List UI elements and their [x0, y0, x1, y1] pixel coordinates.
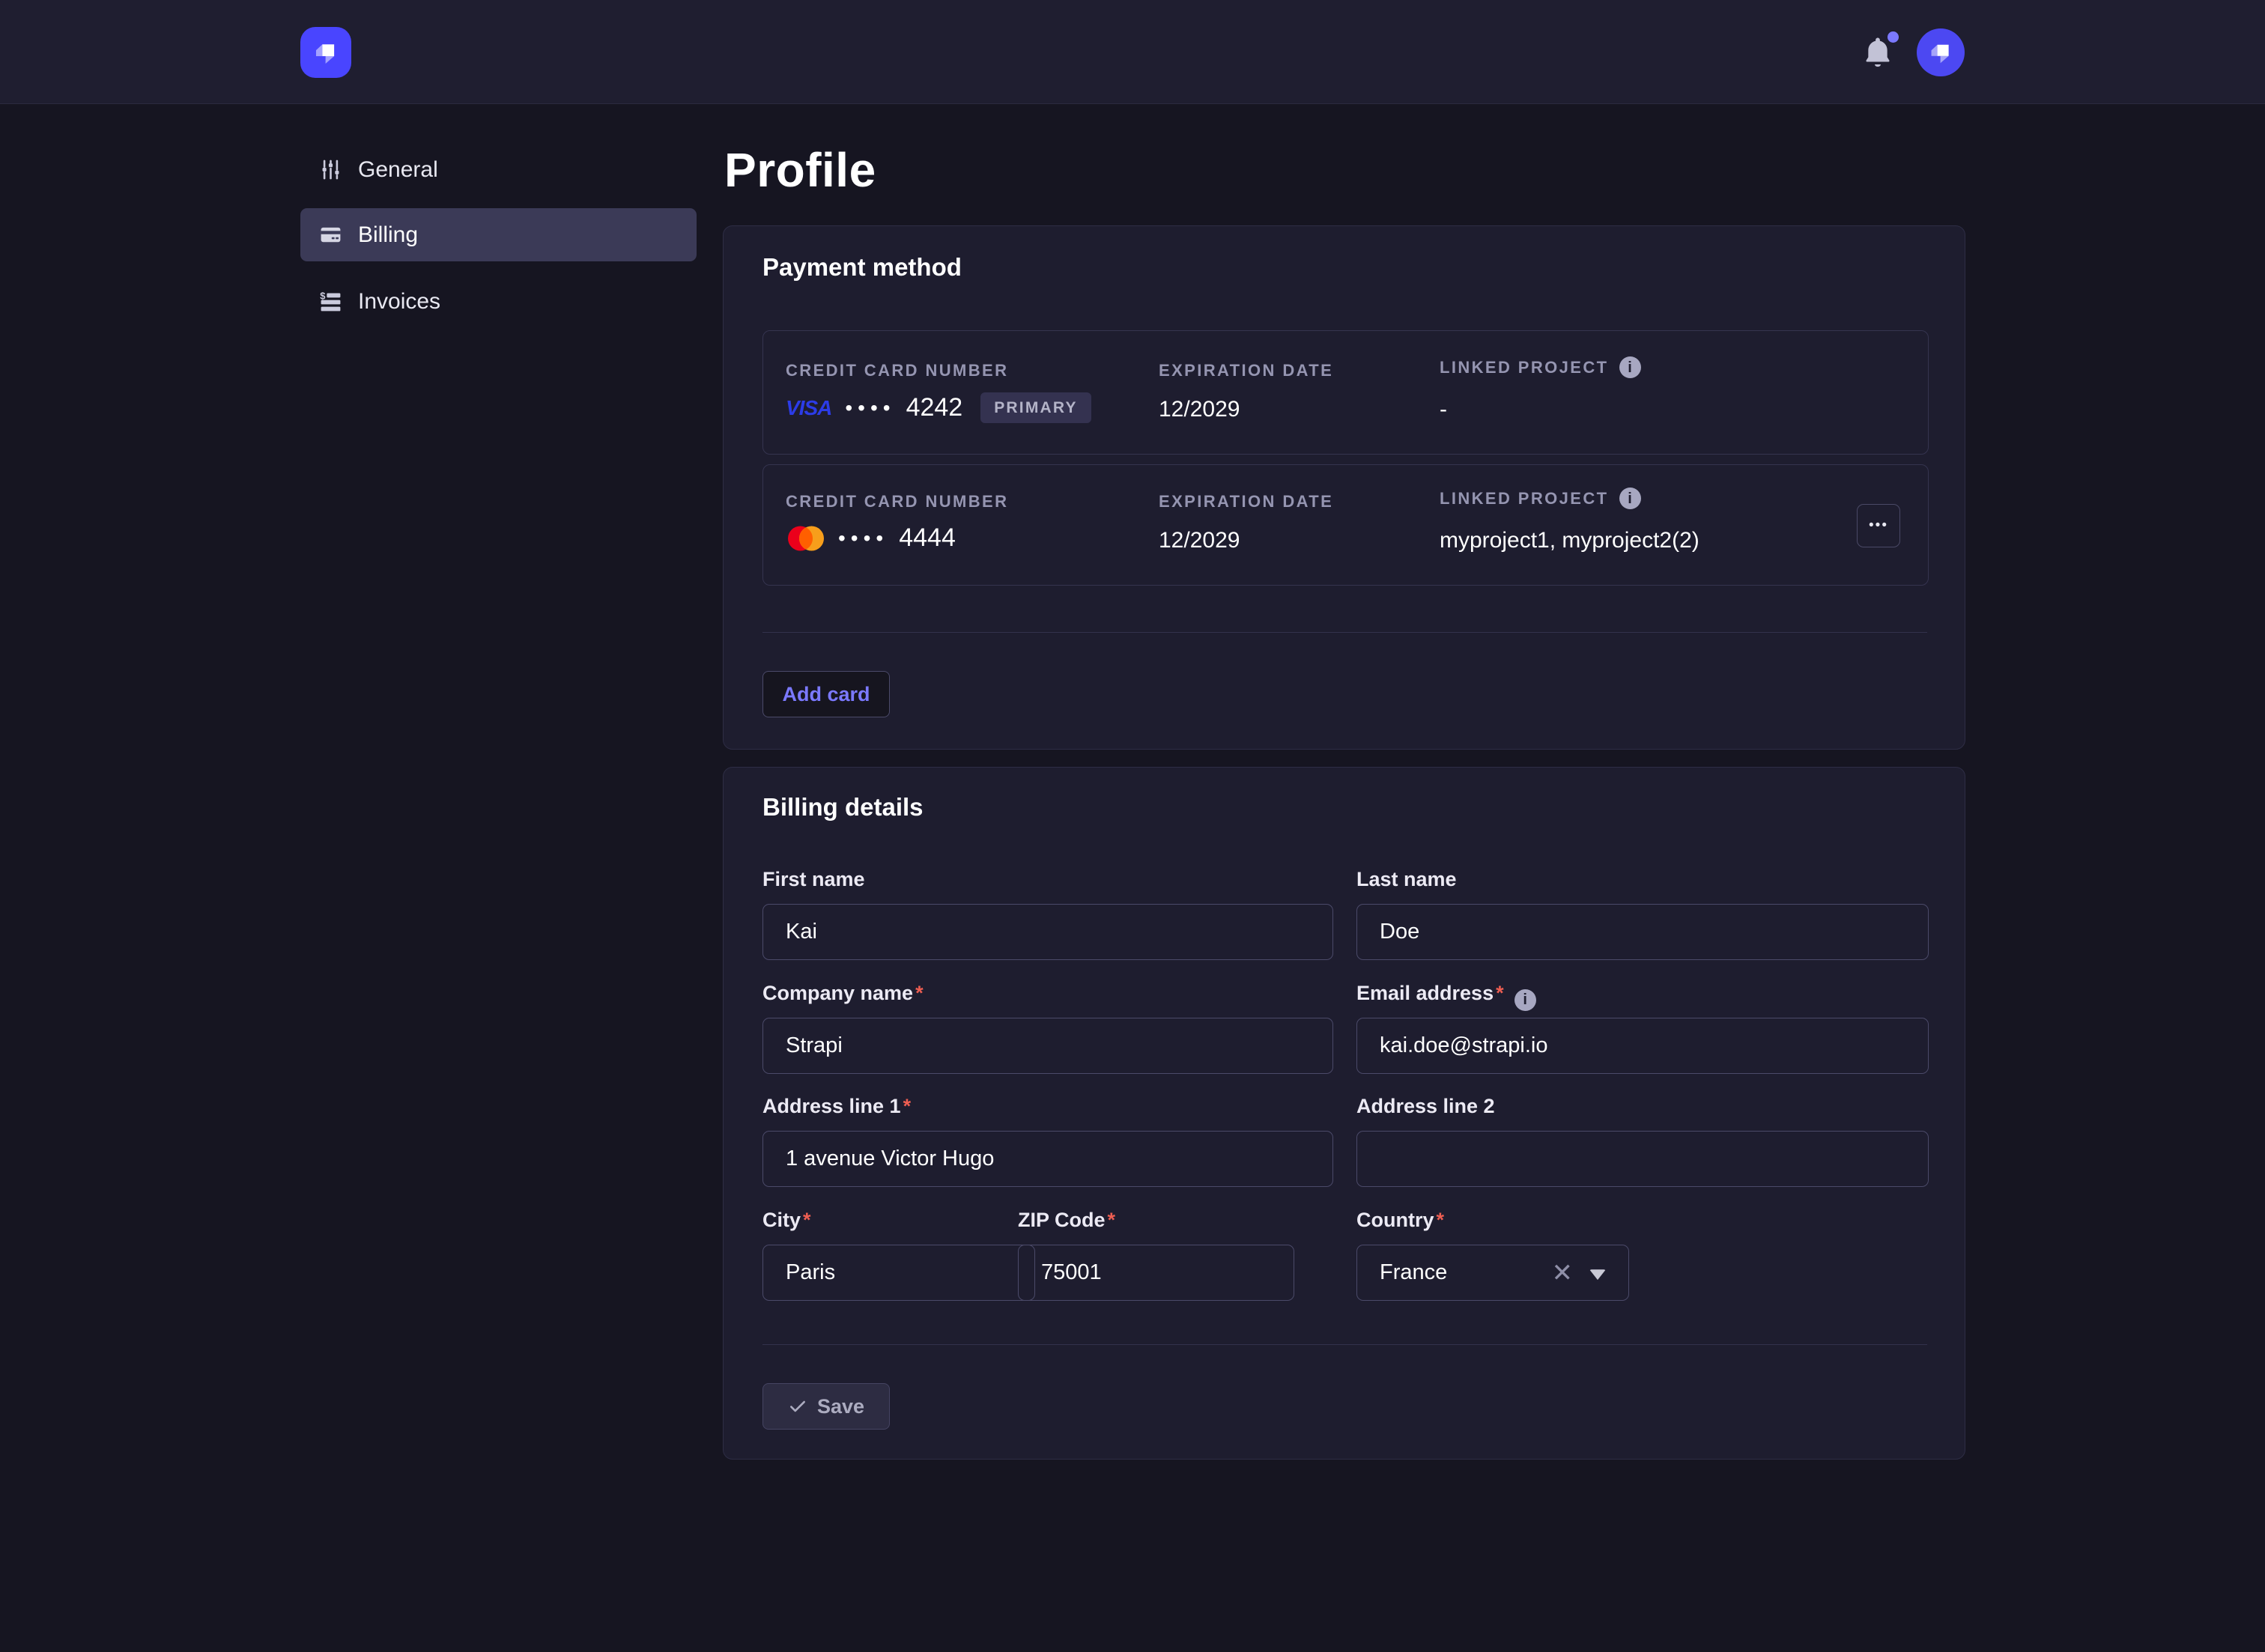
sidebar-item-invoices[interactable]: $ Invoices	[300, 275, 697, 328]
sidebar-item-billing[interactable]: Billing	[300, 208, 697, 261]
page-title: Profile	[724, 142, 876, 198]
field-company-name: Company name*	[762, 982, 1333, 1074]
field-label: Company name*	[762, 982, 1333, 1007]
first-name-input[interactable]	[762, 904, 1333, 960]
country-combobox[interactable]: France ✕	[1356, 1245, 1629, 1301]
strapi-logo-icon	[309, 35, 343, 70]
address-line-1-input[interactable]	[762, 1131, 1333, 1187]
field-first-name: First name	[762, 868, 1333, 960]
payment-method-card: Payment method CREDIT CARD NUMBER VISA •…	[723, 225, 1965, 750]
card-last4: 4242	[906, 393, 963, 422]
required-marker: *	[803, 1209, 811, 1231]
expiration-date-value: 12/2029	[1159, 528, 1240, 553]
divider	[762, 1344, 1927, 1345]
save-button[interactable]: Save	[762, 1383, 890, 1430]
sidebar-item-general[interactable]: General	[300, 143, 697, 196]
notifications-button[interactable]	[1864, 36, 1902, 75]
sidebar-item-label: General	[358, 157, 438, 183]
billing-details-title: Billing details	[762, 793, 924, 822]
topbar	[0, 0, 2265, 104]
strapi-avatar-icon	[1924, 36, 1957, 69]
field-country: Country* France ✕	[1356, 1209, 1629, 1301]
field-zip-code: ZIP Code*	[1018, 1209, 1294, 1301]
field-label: Country*	[1356, 1209, 1629, 1234]
required-marker: *	[903, 1095, 912, 1117]
info-icon[interactable]	[1619, 488, 1641, 509]
expiration-date-label: EXPIRATION DATE	[1159, 492, 1333, 511]
field-label: City*	[762, 1209, 1035, 1234]
field-email-address: Email address*	[1356, 982, 1929, 1074]
field-city: City*	[762, 1209, 1035, 1301]
last-name-input[interactable]	[1356, 904, 1929, 960]
masked-digits: ••••	[845, 396, 895, 420]
primary-badge: PRIMARY	[980, 392, 1091, 423]
payment-method-title: Payment method	[762, 253, 962, 282]
card-last4: 4444	[899, 523, 956, 553]
linked-project-value: -	[1440, 397, 1447, 422]
invoice-icon: $	[319, 290, 342, 313]
field-label: Last name	[1356, 868, 1929, 893]
credit-card-number-label: CREDIT CARD NUMBER	[786, 492, 1008, 511]
required-marker: *	[1108, 1209, 1116, 1231]
sidebar-item-label: Invoices	[358, 289, 440, 315]
mastercard-logo	[786, 525, 826, 552]
strapi-logo[interactable]	[300, 27, 351, 78]
field-label: Address line 1*	[762, 1095, 1333, 1120]
address-line-2-input[interactable]	[1356, 1131, 1929, 1187]
company-name-input[interactable]	[762, 1018, 1333, 1074]
expiration-date-value: 12/2029	[1159, 397, 1240, 422]
linked-project-label: LINKED PROJECT	[1440, 358, 1609, 377]
notification-dot	[1888, 31, 1899, 43]
info-icon[interactable]	[1619, 356, 1641, 378]
user-avatar[interactable]	[1917, 28, 1965, 76]
field-label: Email address*	[1356, 982, 1929, 1007]
sliders-icon	[319, 158, 342, 181]
chevron-down-icon[interactable]	[1589, 1269, 1606, 1280]
required-marker: *	[1496, 982, 1504, 1004]
country-value: France	[1380, 1260, 1447, 1285]
add-card-button[interactable]: Add card	[762, 671, 890, 717]
visa-logo: VISA	[786, 396, 831, 420]
check-icon	[788, 1397, 807, 1416]
field-address-line-2: Address line 2	[1356, 1095, 1929, 1187]
required-marker: *	[915, 982, 924, 1004]
field-label: ZIP Code*	[1018, 1209, 1294, 1234]
svg-text:$: $	[320, 290, 325, 301]
field-address-line-1: Address line 1*	[762, 1095, 1333, 1187]
ellipsis-icon: •••	[1869, 517, 1888, 534]
required-marker: *	[1437, 1209, 1445, 1231]
credit-card-row-visa: CREDIT CARD NUMBER VISA •••• 4242 PRIMAR…	[762, 330, 1929, 455]
email-address-input[interactable]	[1356, 1018, 1929, 1074]
clear-icon[interactable]: ✕	[1552, 1260, 1574, 1286]
credit-card-number-label: CREDIT CARD NUMBER	[786, 361, 1008, 380]
expiration-date-label: EXPIRATION DATE	[1159, 361, 1333, 380]
card-actions-menu-button[interactable]: •••	[1857, 504, 1900, 547]
linked-project-value: myproject1, myproject2(2)	[1440, 528, 1699, 553]
billing-details-card: Billing details First name Last name Com…	[723, 767, 1965, 1460]
city-input[interactable]	[762, 1245, 1035, 1301]
zip-code-input[interactable]	[1018, 1245, 1294, 1301]
sidebar-item-label: Billing	[358, 222, 418, 248]
field-label: Address line 2	[1356, 1095, 1929, 1120]
credit-card-row-mastercard: CREDIT CARD NUMBER •••• 4444 EXPIRATION …	[762, 464, 1929, 586]
masked-digits: ••••	[838, 526, 888, 550]
save-button-label: Save	[817, 1395, 864, 1418]
field-label: First name	[762, 868, 1333, 893]
divider	[762, 632, 1927, 633]
credit-card-icon	[319, 223, 342, 246]
linked-project-label: LINKED PROJECT	[1440, 489, 1609, 508]
info-icon[interactable]	[1514, 989, 1536, 1011]
field-last-name: Last name	[1356, 868, 1929, 960]
